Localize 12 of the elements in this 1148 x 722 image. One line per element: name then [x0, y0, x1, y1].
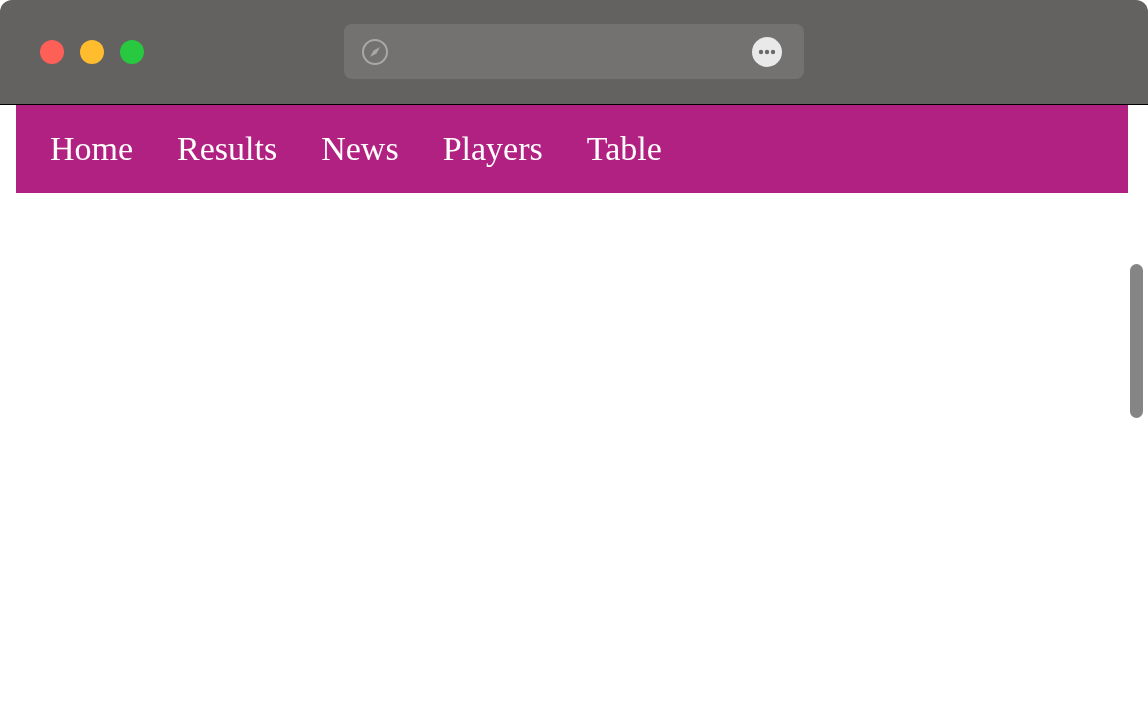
scrollbar-thumb[interactable] [1130, 264, 1143, 418]
nav-link[interactable]: Results [177, 130, 278, 168]
nav-link[interactable]: News [321, 130, 399, 168]
compass-icon [361, 37, 389, 66]
nav-link[interactable]: Players [442, 130, 543, 168]
address-bar[interactable] [344, 24, 804, 79]
nav-link[interactable]: Home [50, 130, 134, 168]
minimize-button[interactable] [80, 40, 104, 64]
nav-link[interactable]: Table [586, 130, 662, 168]
zoom-button[interactable] [120, 40, 144, 64]
more-button[interactable] [751, 35, 783, 68]
close-button[interactable] [40, 40, 64, 64]
